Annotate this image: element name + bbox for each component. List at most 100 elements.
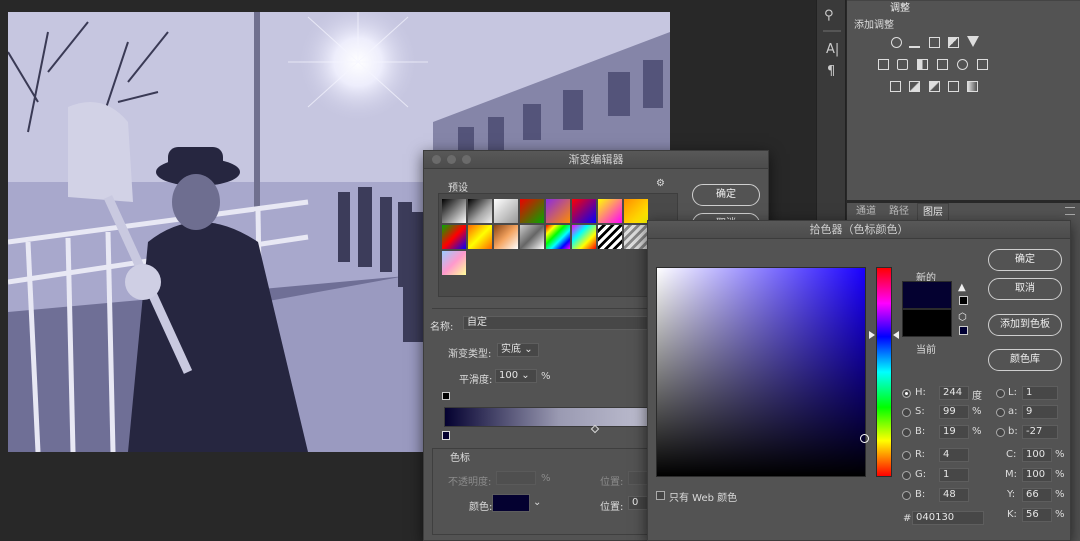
threshold-icon[interactable] (929, 81, 940, 92)
preset-swatch[interactable] (468, 225, 492, 249)
character-icon[interactable]: A| (826, 42, 839, 57)
hex-input[interactable]: 040130 (912, 511, 984, 525)
preset-swatch[interactable] (442, 225, 466, 249)
lab-l-radio[interactable] (996, 389, 1005, 398)
properties-icon[interactable]: ⚲ (824, 8, 840, 23)
green-radio[interactable] (902, 471, 911, 480)
black-k-input[interactable]: 56 (1022, 508, 1052, 522)
preset-swatch[interactable] (572, 199, 596, 223)
preset-swatch[interactable] (520, 225, 544, 249)
saturation-unit: % (972, 406, 982, 417)
color-stop-marker[interactable] (442, 431, 450, 440)
brightness-input[interactable]: 19 (939, 425, 969, 439)
magenta-unit: % (1055, 469, 1065, 480)
hue-unit: 度 (972, 391, 982, 402)
preset-swatch[interactable] (598, 225, 622, 249)
curves-icon[interactable] (929, 37, 940, 48)
red-radio[interactable] (902, 451, 911, 460)
close-window-button[interactable] (432, 155, 441, 164)
color-field[interactable] (656, 267, 869, 477)
gradient-ok-button[interactable]: 确定 (692, 184, 760, 206)
preset-swatch[interactable] (442, 251, 466, 275)
cyan-input[interactable]: 100 (1022, 448, 1052, 462)
channel-mixer-icon[interactable] (957, 59, 968, 70)
tab-paths[interactable]: 路径 (884, 203, 914, 221)
hue-input[interactable]: 244 (939, 386, 969, 400)
preset-swatch[interactable] (442, 199, 466, 223)
hue-slider[interactable] (876, 267, 892, 477)
opacity-stop-marker[interactable] (442, 392, 450, 400)
black-white-icon[interactable] (917, 59, 928, 70)
brightness-radio[interactable] (902, 428, 911, 437)
color-lookup-icon[interactable] (977, 59, 988, 70)
color-balance-icon[interactable] (897, 59, 908, 70)
blue-radio[interactable] (902, 491, 911, 500)
cyan-label: C: (1006, 449, 1017, 460)
saturation-radio[interactable] (902, 408, 911, 417)
preset-swatch[interactable] (546, 199, 570, 223)
hue-saturation-icon[interactable] (878, 59, 889, 70)
yellow-label: Y: (1007, 489, 1016, 500)
current-color-preview[interactable] (902, 309, 952, 337)
lab-a-input[interactable]: 9 (1022, 405, 1058, 419)
lab-l-input[interactable]: 1 (1022, 386, 1058, 400)
smoothness-input[interactable]: 100 ⌄ (495, 369, 537, 383)
opacity-input (496, 471, 536, 485)
preset-swatch[interactable] (494, 199, 518, 223)
out-of-gamut-warning-icon[interactable]: ▲ (958, 282, 966, 293)
vibrance-icon[interactable] (967, 36, 979, 47)
preset-swatch[interactable] (494, 225, 518, 249)
stop-color-swatch[interactable] (492, 494, 530, 512)
tab-channels[interactable]: 通道 (851, 203, 881, 221)
paragraph-icon[interactable]: ¶ (827, 64, 835, 79)
tab-layers[interactable]: 图层 (917, 203, 949, 221)
brightness-icon[interactable] (891, 37, 902, 48)
gradient-preview-bar[interactable] (444, 407, 674, 427)
web-only-label: 只有 Web 颜色 (669, 493, 738, 504)
lab-a-radio[interactable] (996, 408, 1005, 417)
panel-menu-icon[interactable] (1065, 207, 1075, 215)
posterize-icon[interactable] (909, 81, 920, 92)
magenta-input[interactable]: 100 (1022, 468, 1052, 482)
preset-swatch[interactable] (520, 199, 544, 223)
chevron-down-icon[interactable]: ⌄ (533, 497, 541, 508)
blue-input[interactable]: 48 (939, 488, 969, 502)
chevron-down-icon: ⌄ (524, 344, 533, 355)
invert-icon[interactable] (890, 81, 901, 92)
exposure-icon[interactable] (948, 37, 959, 48)
gradient-name-input[interactable]: 自定 (463, 316, 653, 330)
preset-swatch[interactable] (624, 199, 648, 223)
web-safe-color-swatch[interactable] (959, 326, 968, 335)
preset-swatch[interactable] (624, 225, 648, 249)
gamut-color-swatch[interactable] (959, 296, 968, 305)
add-to-swatches-button[interactable]: 添加到色板 (988, 314, 1062, 336)
minimize-window-button[interactable] (447, 155, 456, 164)
picker-ok-button[interactable]: 确定 (988, 249, 1062, 271)
presets-gear-icon[interactable]: ⚙ (656, 178, 665, 189)
preset-swatch[interactable] (546, 225, 570, 249)
preset-swatch[interactable] (468, 199, 492, 223)
hue-radio[interactable] (902, 389, 911, 398)
selective-color-icon[interactable] (948, 81, 959, 92)
preset-swatch[interactable] (572, 225, 596, 249)
preset-swatch[interactable] (598, 199, 622, 223)
red-input[interactable]: 4 (939, 448, 969, 462)
web-safe-cube-icon[interactable]: ⬡ (958, 312, 967, 323)
yellow-input[interactable]: 66 (1022, 488, 1052, 502)
gradient-map-icon[interactable] (967, 81, 978, 92)
web-only-checkbox[interactable] (656, 491, 665, 500)
zoom-window-button[interactable] (462, 155, 471, 164)
hue-slider-right-arrow[interactable] (893, 331, 899, 339)
green-input[interactable]: 1 (939, 468, 969, 482)
lab-b-input[interactable]: -27 (1022, 425, 1058, 439)
lab-b-radio[interactable] (996, 428, 1005, 437)
saturation-input[interactable]: 99 (939, 405, 969, 419)
picker-cancel-button[interactable]: 取消 (988, 278, 1062, 300)
levels-icon[interactable] (909, 37, 920, 48)
blue-label: B: (915, 489, 926, 500)
gradient-type-select[interactable]: 实底 ⌄ (497, 343, 539, 357)
photo-filter-icon[interactable] (937, 59, 948, 70)
color-field-cursor[interactable] (860, 434, 869, 443)
hue-slider-left-arrow[interactable] (869, 331, 875, 339)
color-libraries-button[interactable]: 颜色库 (988, 349, 1062, 371)
